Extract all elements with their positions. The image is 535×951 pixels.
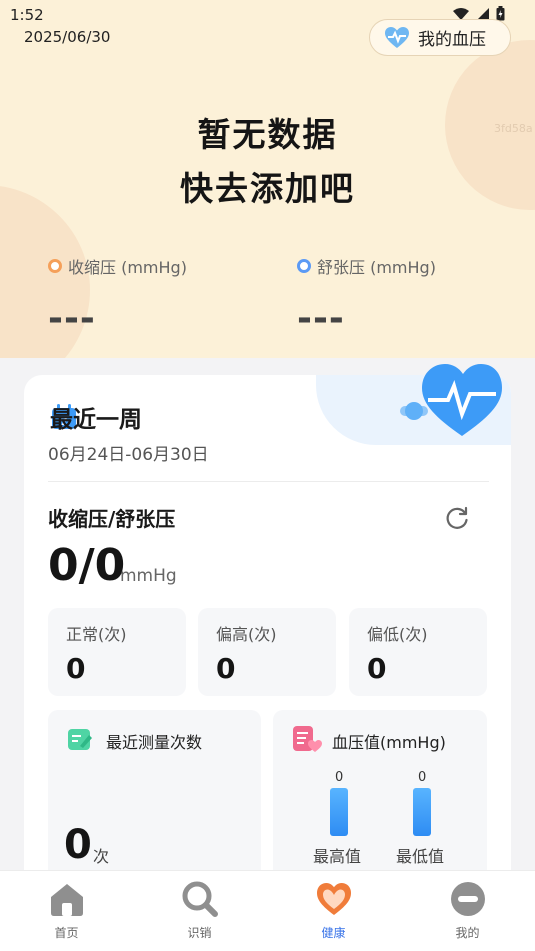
tab-health[interactable]: 健康: [267, 871, 400, 951]
empty-state-line1: 暂无数据: [197, 115, 338, 154]
recent-count-unit: 次: [93, 847, 110, 866]
health-heart-icon: [316, 883, 351, 915]
max-bp-value: 0: [335, 770, 344, 785]
diastolic-value: ---: [297, 298, 345, 339]
tab-identify[interactable]: 识销: [133, 871, 266, 951]
diastolic-dot-icon: [297, 259, 311, 273]
min-bp-label: 最低值: [396, 847, 445, 866]
stat-value: 0: [216, 652, 236, 685]
heart-pulse-icon: [385, 26, 409, 48]
recent-count-title: 最近测量次数: [106, 733, 203, 752]
edit-note-icon: [68, 729, 92, 750]
systolic-label: 收缩压 (mmHg): [48, 254, 187, 278]
tab-label: 首页: [54, 926, 79, 940]
stat-label: 正常(次): [66, 625, 127, 644]
min-bp-value: 0: [418, 770, 427, 785]
stat-label: 偏高(次): [216, 625, 277, 644]
week-date-range: 06月24日-06月30日: [48, 445, 209, 465]
stat-value: 0: [66, 652, 86, 685]
systolic-label-text: 收缩压 (mmHg): [68, 258, 187, 277]
stat-normal: 正常(次) 0: [48, 608, 186, 696]
diastolic-label-text: 舒张压 (mmHg): [317, 258, 436, 277]
week-title: 最近一周: [50, 407, 142, 433]
tab-mine[interactable]: 我的: [401, 871, 534, 951]
my-bp-label: 我的血压: [418, 30, 486, 50]
systolic-dot-icon: [48, 259, 62, 273]
stat-high: 偏高(次) 0: [198, 608, 336, 696]
home-icon: [50, 884, 83, 916]
stat-value: 0: [367, 652, 387, 685]
refresh-icon[interactable]: [444, 505, 470, 531]
recent-count-value: 0: [64, 822, 92, 868]
min-bp-bar: [413, 788, 431, 836]
bp-unit: mmHg: [120, 566, 177, 586]
bp-values-title: 血压值(mmHg): [332, 733, 446, 752]
stat-low: 偏低(次) 0: [349, 608, 487, 696]
bp-section-title: 收缩压/舒张压: [48, 507, 176, 531]
tab-label: 健康: [321, 926, 346, 940]
report-heart-icon: [293, 726, 322, 752]
diastolic-label: 舒张压 (mmHg): [297, 254, 436, 278]
empty-state-line2: 快去添加吧: [180, 169, 355, 208]
max-bp-bar: [330, 788, 348, 836]
heart-pulse-illustration-icon: [400, 364, 502, 436]
tab-label: 识销: [187, 926, 212, 940]
systolic-value: ---: [48, 298, 96, 339]
profile-icon: [450, 882, 485, 916]
divider: [48, 481, 489, 482]
tab-home[interactable]: 首页: [0, 871, 133, 951]
tab-label: 我的: [455, 926, 480, 940]
stat-label: 偏低(次): [367, 625, 428, 644]
search-icon: [182, 881, 218, 917]
bp-average-value: 0/0: [48, 540, 126, 591]
bottom-tab-bar: 首页 识销 健康 我的: [0, 870, 535, 951]
watermark-text: 3fd58a: [494, 122, 533, 135]
status-time: 1:52: [10, 6, 44, 24]
my-blood-pressure-button[interactable]: 我的血压: [369, 19, 511, 56]
max-bp-label: 最高值: [313, 847, 362, 866]
current-date: 2025/06/30: [24, 28, 111, 46]
